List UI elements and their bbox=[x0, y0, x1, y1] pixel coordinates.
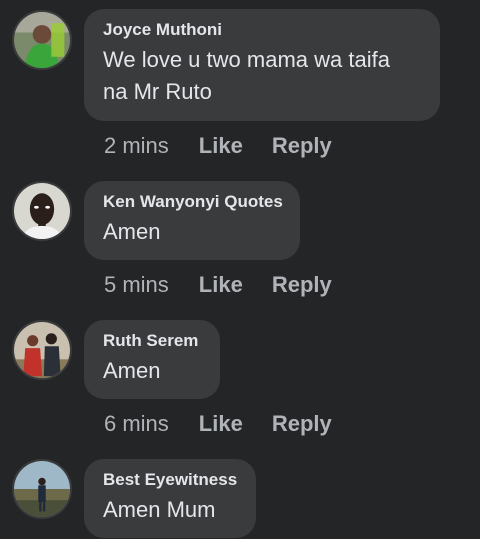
avatar[interactable] bbox=[12, 320, 72, 380]
comment-author[interactable]: Joyce Muthoni bbox=[103, 19, 420, 41]
comment-text: Amen bbox=[103, 219, 161, 244]
reply-button[interactable]: Reply bbox=[272, 272, 332, 298]
comment-timestamp[interactable]: 6 mins bbox=[104, 411, 169, 437]
user-photo-icon bbox=[14, 322, 70, 378]
comment-author[interactable]: Ruth Serem bbox=[103, 330, 200, 352]
comment-bubble: Joyce Muthoni We love u two mama wa taif… bbox=[84, 9, 440, 121]
like-button[interactable]: Like bbox=[199, 272, 243, 298]
reply-button[interactable]: Reply bbox=[272, 133, 332, 159]
comment-bubble: Ruth Serem Amen bbox=[84, 320, 220, 399]
avatar[interactable] bbox=[12, 181, 72, 241]
avatar[interactable] bbox=[12, 10, 72, 70]
comment-actions: 5 mins Like Reply bbox=[104, 270, 332, 300]
comment-bubble: Best Eyewitness Amen Mum bbox=[84, 459, 256, 538]
user-photo-icon bbox=[14, 461, 70, 517]
comment-bubble: Ken Wanyonyi Quotes Amen bbox=[84, 181, 300, 260]
comment-author[interactable]: Ken Wanyonyi Quotes bbox=[103, 191, 283, 213]
comment-actions: 6 mins Like Reply bbox=[104, 409, 332, 439]
reply-button[interactable]: Reply bbox=[272, 411, 332, 437]
like-button[interactable]: Like bbox=[199, 133, 243, 159]
comment-timestamp[interactable]: 2 mins bbox=[104, 133, 169, 159]
comment-text: Amen Mum bbox=[103, 497, 216, 522]
comment-text: Amen bbox=[103, 358, 161, 383]
comment-text: We love u two mama wa taifa na Mr Ruto bbox=[103, 47, 390, 104]
comment-timestamp[interactable]: 5 mins bbox=[104, 272, 169, 298]
comment-actions: 2 mins Like Reply bbox=[104, 131, 332, 161]
user-photo-icon bbox=[14, 183, 70, 239]
avatar[interactable] bbox=[12, 459, 72, 519]
like-button[interactable]: Like bbox=[199, 411, 243, 437]
comment-author[interactable]: Best Eyewitness bbox=[103, 469, 237, 491]
user-photo-icon bbox=[14, 12, 70, 68]
